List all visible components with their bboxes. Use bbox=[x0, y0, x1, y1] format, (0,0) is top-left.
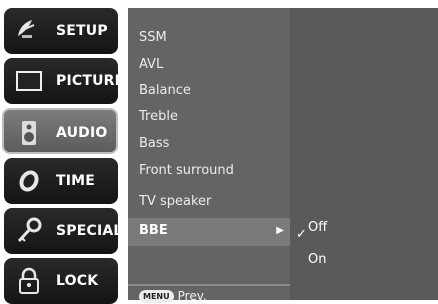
option-on[interactable]: On bbox=[308, 252, 326, 267]
submenu-item-label: BBE bbox=[139, 223, 168, 238]
menu-label: AUDIO bbox=[56, 125, 108, 141]
menu-item-audio[interactable]: AUDIO bbox=[2, 108, 118, 154]
menu-item-setup[interactable]: SETUP bbox=[4, 8, 118, 54]
menu-label: TIME bbox=[56, 173, 96, 189]
audio-submenu: SSM AVL Balance Treble Bass Front surrou… bbox=[128, 8, 290, 303]
submenu-item-front-surround[interactable]: Front surround bbox=[139, 163, 234, 178]
padlock-icon bbox=[14, 266, 44, 296]
screen-icon bbox=[14, 66, 44, 96]
tv-osd-screen: SETUP PICTURE AUDIO TIME SPECIAL LOCK SS… bbox=[0, 0, 438, 304]
prev-label: Prev. bbox=[177, 289, 207, 303]
divider bbox=[128, 284, 290, 286]
submenu-item-avl[interactable]: AVL bbox=[139, 57, 163, 72]
key-icon bbox=[14, 216, 44, 246]
option-off[interactable]: Off bbox=[308, 220, 327, 235]
satellite-dish-icon bbox=[14, 16, 44, 46]
menu-item-lock[interactable]: LOCK bbox=[4, 258, 118, 304]
submenu-item-bbe[interactable]: BBE ▶ bbox=[128, 218, 290, 246]
triangle-right-icon: ▶ bbox=[276, 225, 284, 236]
main-menu: SETUP PICTURE AUDIO TIME SPECIAL LOCK bbox=[0, 0, 124, 304]
prev-hint[interactable]: MENU Prev. bbox=[139, 289, 207, 303]
bbe-options: ✓ Off On bbox=[290, 8, 438, 300]
menu-item-time[interactable]: TIME bbox=[4, 158, 118, 204]
menu-item-picture[interactable]: PICTURE bbox=[4, 58, 124, 104]
submenu-item-bass[interactable]: Bass bbox=[139, 136, 169, 151]
speaker-icon bbox=[14, 118, 44, 148]
checkmark-icon: ✓ bbox=[296, 227, 307, 242]
submenu-item-ssm[interactable]: SSM bbox=[139, 30, 167, 45]
menu-label: SPECIAL bbox=[56, 223, 123, 239]
submenu-item-balance[interactable]: Balance bbox=[139, 83, 191, 98]
submenu-item-treble[interactable]: Treble bbox=[139, 109, 178, 124]
menu-label: LOCK bbox=[56, 273, 99, 289]
menu-item-special[interactable]: SPECIAL bbox=[4, 208, 122, 254]
menu-label: PICTURE bbox=[56, 73, 125, 89]
clock-icon bbox=[14, 166, 44, 196]
menu-key-icon: MENU bbox=[139, 289, 174, 303]
submenu-item-tv-speaker[interactable]: TV speaker bbox=[139, 194, 211, 209]
menu-label: SETUP bbox=[56, 23, 108, 39]
